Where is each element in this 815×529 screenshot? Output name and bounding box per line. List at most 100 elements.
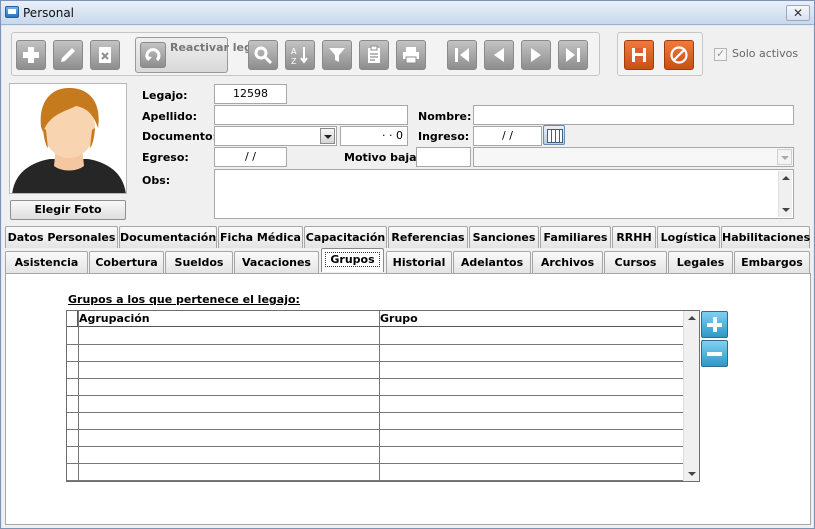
tab-capacitacion[interactable]: Capacitación [304, 226, 387, 248]
column-header-agrupacion[interactable]: Agrupación [79, 312, 150, 325]
tab-adelantos[interactable]: Adelantos [453, 251, 531, 273]
tab-familiares[interactable]: Familiares [540, 226, 611, 248]
documento-label: Documento: [142, 130, 218, 143]
tab-rrhh[interactable]: RRHH [612, 226, 656, 248]
next-record-icon [531, 48, 541, 62]
add-group-button[interactable] [701, 311, 728, 338]
tab-legales[interactable]: Legales [668, 251, 733, 273]
search-button[interactable] [248, 40, 278, 70]
svg-text:Z: Z [291, 57, 297, 65]
tab-asistencia[interactable]: Asistencia [5, 251, 88, 273]
table-row[interactable] [67, 447, 683, 464]
save-icon [632, 48, 646, 62]
legajo-field[interactable]: 12598 [214, 84, 287, 104]
tab-archivos[interactable]: Archivos [532, 251, 603, 273]
elegir-foto-button[interactable]: Elegir Foto [10, 200, 126, 220]
grid-header: Agrupación Grupo [67, 311, 683, 327]
remove-group-button[interactable] [701, 340, 728, 367]
tab-embargos[interactable]: Embargos [734, 251, 810, 273]
scroll-down-icon[interactable] [688, 472, 696, 476]
filter-icon [329, 48, 345, 62]
apellido-field[interactable] [214, 105, 408, 125]
obs-scrollbar[interactable] [778, 171, 792, 217]
personal-window: Personal ✕ Reactivar legajo A Z ✓ Solo a… [0, 0, 815, 529]
reactivate-legajo-button[interactable]: Reactivar legajo [135, 37, 271, 73]
app-icon [5, 6, 19, 18]
tab-grupos-label: Grupos [325, 252, 380, 267]
calendar-icon[interactable] [543, 125, 565, 145]
column-header-grupo[interactable]: Grupo [380, 312, 418, 325]
main-panel: Reactivar legajo AZ ✓ Solo activos Elegi… [2, 26, 813, 528]
save-cancel-group [617, 32, 703, 76]
table-row[interactable] [67, 345, 683, 362]
ingreso-date-field[interactable]: / / [473, 126, 542, 146]
tab-vacaciones[interactable]: Vacaciones [234, 251, 319, 273]
table-row[interactable] [67, 464, 683, 481]
tab-cobertura[interactable]: Cobertura [89, 251, 164, 273]
tab-referencias[interactable]: Referencias [388, 226, 468, 248]
motivo-baja-code-field[interactable] [416, 147, 471, 167]
report-icon [368, 45, 380, 63]
documento-type-select[interactable] [214, 126, 337, 146]
table-row[interactable] [67, 379, 683, 396]
print-icon [403, 47, 419, 64]
employee-photo [9, 83, 127, 194]
scroll-up-icon[interactable] [782, 176, 790, 180]
previous-record-icon [494, 48, 504, 62]
cancel-icon [670, 46, 688, 64]
filter-button[interactable] [322, 40, 352, 70]
tab-documentacion[interactable]: Documentación [119, 226, 217, 248]
last-record-button[interactable] [558, 40, 588, 70]
solo-activos-checkbox[interactable] [714, 47, 727, 61]
obs-textarea[interactable] [214, 169, 794, 219]
svg-text:A: A [291, 47, 297, 56]
legajo-label: Legajo: [142, 89, 188, 102]
obs-label: Obs: [142, 174, 171, 187]
ingreso-label: Ingreso: [418, 130, 470, 143]
table-row[interactable] [67, 362, 683, 379]
tab-sanciones[interactable]: Sanciones [469, 226, 539, 248]
tab-datos-personales[interactable]: Datos Personales [5, 226, 118, 248]
sort-button[interactable]: AZ [285, 40, 315, 70]
person-avatar-icon [12, 87, 126, 193]
first-record-button[interactable] [447, 40, 477, 70]
reactivate-icon [140, 42, 166, 68]
chevron-down-icon[interactable] [320, 128, 335, 144]
cancel-button[interactable] [664, 40, 694, 70]
next-record-button[interactable] [521, 40, 551, 70]
tab-ficha-medica[interactable]: Ficha Médica [218, 226, 303, 248]
motivo-baja-select[interactable] [473, 147, 794, 167]
grid-scrollbar[interactable] [683, 311, 699, 481]
documento-number-field[interactable]: · · 0 [340, 126, 408, 146]
edit-icon [61, 48, 75, 62]
tab-habilitaciones[interactable]: Habilitaciones [721, 226, 810, 248]
add-button[interactable] [16, 40, 46, 70]
grupos-grid[interactable]: Agrupación Grupo [66, 310, 700, 482]
delete-icon [99, 47, 111, 63]
tab-historial[interactable]: Historial [386, 251, 452, 273]
table-row[interactable] [67, 413, 683, 430]
report-button[interactable] [359, 40, 389, 70]
table-row[interactable] [67, 430, 683, 447]
last-record-icon [566, 48, 580, 62]
print-button[interactable] [396, 40, 426, 70]
motivo-baja-label: Motivo baja: [344, 151, 421, 164]
tab-logistica[interactable]: Logística [657, 226, 720, 248]
delete-button[interactable] [90, 40, 120, 70]
edit-button[interactable] [53, 40, 83, 70]
tab-cursos[interactable]: Cursos [604, 251, 667, 273]
tab-grupos[interactable]: Grupos [321, 248, 384, 272]
table-row[interactable] [67, 328, 683, 345]
scroll-up-icon[interactable] [688, 316, 696, 320]
nombre-field[interactable] [473, 105, 794, 125]
tab-sueldos[interactable]: Sueldos [165, 251, 233, 273]
minus-icon [707, 352, 722, 356]
close-button[interactable]: ✕ [786, 5, 810, 21]
chevron-down-icon[interactable] [777, 149, 792, 165]
table-row[interactable] [67, 396, 683, 413]
toolbar: Reactivar legajo AZ [11, 32, 600, 76]
save-button[interactable] [624, 40, 654, 70]
egreso-date-field[interactable]: / / [214, 147, 287, 167]
previous-record-button[interactable] [484, 40, 514, 70]
scroll-down-icon[interactable] [782, 208, 790, 212]
